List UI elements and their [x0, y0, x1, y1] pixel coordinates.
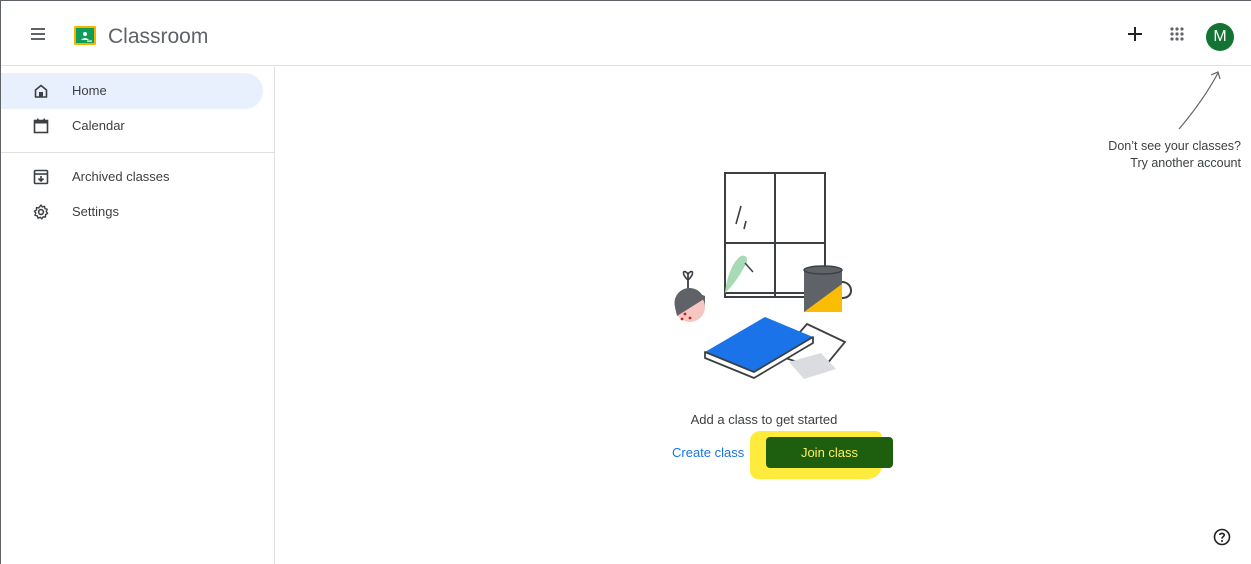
calendar-icon — [33, 118, 49, 134]
classroom-logo-icon — [74, 26, 96, 45]
sidebar-item-calendar[interactable]: Calendar — [1, 108, 263, 144]
sidebar-divider — [1, 152, 275, 153]
archive-icon — [33, 169, 49, 185]
account-hint: Don’t see your classes? Try another acco… — [1091, 138, 1241, 172]
plus-icon[interactable] — [1125, 24, 1145, 44]
top-bar: Classroom M — [1, 1, 1251, 66]
home-icon — [34, 84, 48, 98]
sidebar-item-label: Archived classes — [72, 169, 170, 184]
empty-state-illustration — [674, 172, 852, 379]
menu-icon[interactable] — [29, 24, 49, 42]
sidebar-item-archived-classes[interactable]: Archived classes — [1, 159, 263, 195]
account-hint-line2[interactable]: Try another account — [1091, 155, 1241, 172]
empty-state-title: Add a class to get started — [690, 412, 838, 427]
account-hint-line1: Don’t see your classes? — [1108, 139, 1241, 153]
classroom-app: Classroom M Home Calendar Archived class… — [0, 0, 1251, 564]
hint-arrow-icon — [1178, 71, 1221, 130]
sidebar-item-label: Calendar — [72, 118, 125, 133]
sidebar-item-label: Home — [72, 83, 107, 98]
sidebar: Home Calendar Archived classes Settings — [1, 67, 275, 564]
sidebar-item-label: Settings — [72, 204, 119, 219]
sidebar-item-home[interactable]: Home — [1, 73, 263, 109]
apps-grid-icon[interactable] — [1169, 26, 1185, 42]
join-class-button[interactable]: Join class — [766, 437, 893, 468]
sidebar-item-settings[interactable]: Settings — [1, 194, 263, 230]
account-avatar[interactable]: M — [1206, 23, 1234, 51]
app-title[interactable]: Classroom — [108, 25, 208, 49]
create-class-link[interactable]: Create class — [672, 445, 744, 460]
gear-icon — [33, 204, 49, 220]
help-icon[interactable] — [1213, 528, 1231, 546]
